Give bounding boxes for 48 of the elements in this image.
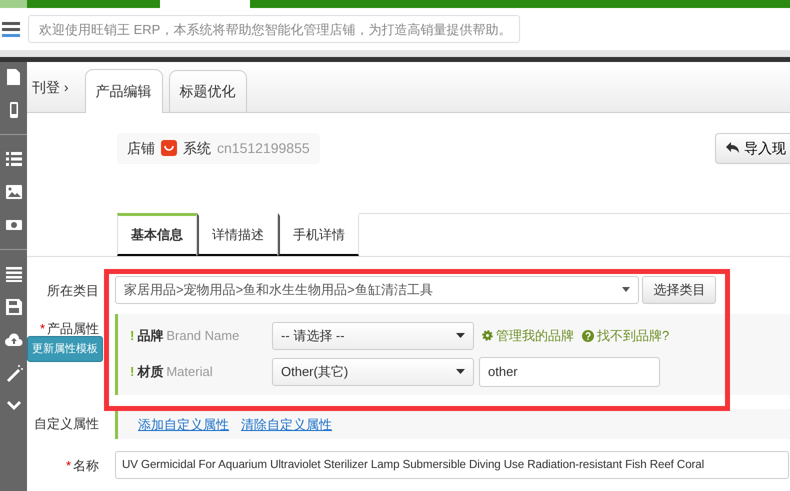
shop-logo-icon [161,140,177,156]
form-tab[interactable]: 详情描述 [197,213,278,256]
custom-attribute-link[interactable]: 清除自定义属性 [241,414,332,434]
notice-field[interactable]: 欢迎使用旺销王 ERP，本系统将帮助您智能化管理店铺，为打造高销量提供帮助。 [28,15,520,43]
required-mark: ! [130,362,134,381]
breadcrumb[interactable]: 刊登 › [32,76,69,98]
required-mark: ! [130,326,134,345]
help-icon [582,330,594,342]
category-select[interactable]: 家居用品>宠物用品>鱼和水生生物用品>鱼缸清洁工具 [115,276,639,304]
image-icon[interactable] [4,183,22,201]
form-tab[interactable]: 手机详情 [278,213,359,256]
dropdown-arrow-icon [456,333,465,338]
attribute-link[interactable]: 管理我的品牌 [482,326,574,346]
save-icon[interactable] [4,298,22,316]
field-label: 名称 [73,458,99,472]
select-category-button[interactable]: 选择类目 [642,276,716,304]
account-id: cn1512199855 [217,138,310,158]
page-tab[interactable]: 标题优化 [168,70,247,112]
attribute-hint: Material [166,362,213,381]
attribute-link[interactable]: 找不到品牌? [582,326,670,346]
form-tab[interactable]: 基本信息 [117,213,197,256]
attribute-name: 材质 [137,362,164,381]
field-label: 所在类目 [47,282,99,298]
attribute-select[interactable]: -- 请选择 -- [272,322,474,350]
custom-attribute-link[interactable]: 添加自定义属性 [138,414,229,434]
field-label: 自定义属性 [34,416,99,430]
title-input[interactable]: UV Germicidal For Aquarium Ultraviolet Sterilizer Lamp Submersible Diving Use Radiation-resistant Fish Reef Coral [115,450,789,478]
file-icon[interactable] [4,68,22,86]
cloud-upload-icon[interactable] [4,331,22,349]
menu-icon[interactable] [2,20,20,38]
page-tab[interactable]: 产品编辑 [84,69,163,113]
list-icon[interactable] [4,265,22,283]
attribute-select[interactable]: Other(其它) [272,358,474,386]
required-mark: * [40,320,45,336]
field-label: 产品属性 [47,320,99,336]
magic-wand-icon[interactable] [4,364,22,382]
attribute-hint: Brand Name [166,326,240,345]
attribute-input[interactable]: other [479,356,660,386]
dropdown-arrow-icon [456,369,465,374]
gear-icon [482,330,493,341]
list-icon[interactable] [4,150,22,168]
reply-arrow-icon [726,142,740,154]
import-button[interactable]: 导入现 [715,132,790,164]
required-mark: * [66,458,71,472]
dropdown-arrow-icon [622,287,630,292]
shop-label: 店铺 [127,138,155,158]
platform-label: 系统 [183,138,211,158]
attribute-name: 品牌 [137,326,164,345]
